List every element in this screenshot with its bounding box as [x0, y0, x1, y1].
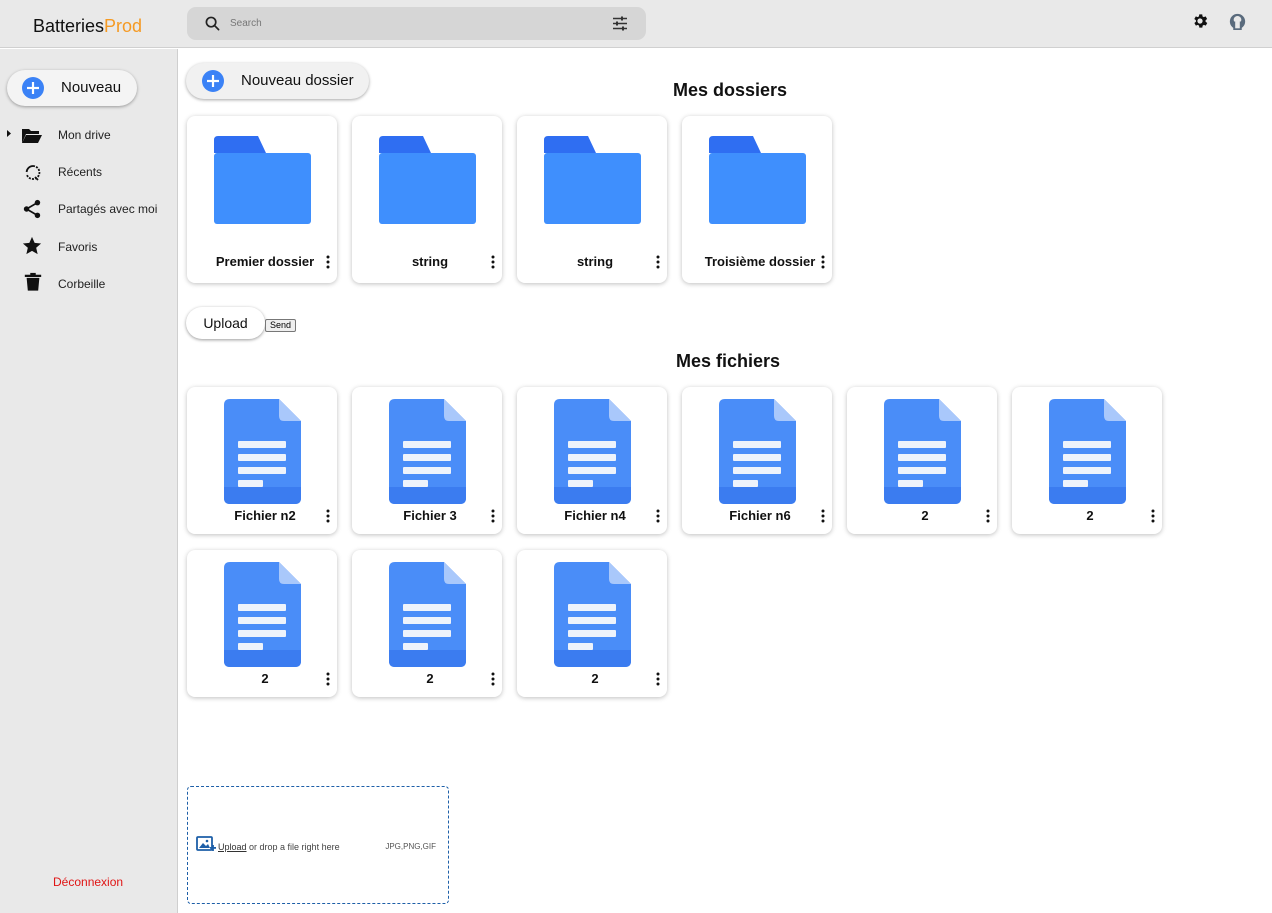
folder-name: string — [411, 254, 449, 269]
more-options-icon[interactable] — [655, 672, 661, 686]
sidebar-item-shared[interactable]: Partagés avec moi — [0, 194, 178, 224]
sidebar-item-label: Favoris — [58, 240, 98, 254]
folder-card[interactable]: string — [352, 116, 502, 283]
file-card[interactable]: 2 — [847, 387, 997, 534]
files-section-title: Mes fichiers — [676, 351, 781, 371]
top-bar: BatteriesProd — [0, 0, 1272, 48]
dropzone-text: Upload or drop a file right here — [218, 842, 340, 852]
new-folder-button[interactable]: Nouveau dossier — [186, 63, 369, 99]
main-content: Nouveau dossier Mes dossiers Premier dos… — [179, 49, 1272, 913]
document-icon — [389, 399, 466, 504]
more-options-icon[interactable] — [985, 509, 991, 523]
filter-options-icon[interactable] — [612, 16, 628, 31]
more-options-icon[interactable] — [325, 509, 331, 523]
folder-card[interactable]: Troisième dossier — [682, 116, 832, 283]
more-options-icon[interactable] — [490, 509, 496, 523]
sidebar-item-favoris[interactable]: Favoris — [0, 232, 178, 262]
more-options-icon[interactable] — [325, 672, 331, 686]
document-icon — [884, 399, 961, 504]
file-card[interactable]: 2 — [352, 550, 502, 697]
sidebar-item-label: Récents — [58, 165, 103, 179]
document-icon — [224, 399, 301, 504]
folder-icon — [214, 136, 311, 224]
file-name: 2 — [1086, 508, 1094, 523]
more-options-icon[interactable] — [820, 509, 826, 523]
more-options-icon[interactable] — [490, 672, 496, 686]
share-icon — [23, 199, 41, 219]
document-icon — [554, 399, 631, 504]
folder-name: Premier dossier — [215, 254, 315, 269]
upload-button[interactable]: Upload — [186, 307, 265, 339]
search-bar — [187, 7, 646, 40]
upload-button-label: Upload — [203, 315, 248, 331]
add-image-icon — [196, 836, 216, 851]
file-name: Fichier n4 — [564, 508, 626, 523]
file-name: 2 — [426, 671, 434, 686]
plus-circle-icon — [202, 70, 224, 92]
file-card[interactable]: 2 — [187, 550, 337, 697]
new-button[interactable]: Nouveau — [7, 70, 137, 106]
file-card[interactable]: Fichier n4 — [517, 387, 667, 534]
sidebar-item-mon-drive[interactable]: Mon drive — [0, 120, 178, 150]
file-name: Fichier 3 — [403, 508, 457, 523]
new-button-label: Nouveau — [61, 79, 122, 96]
file-name: 2 — [591, 671, 599, 686]
sidebar-item-corbeille[interactable]: Corbeille — [0, 269, 178, 299]
search-input[interactable] — [230, 14, 590, 33]
dropzone-instruction: or drop a file right here — [246, 842, 340, 852]
send-button[interactable]: Send — [265, 319, 297, 332]
gear-icon[interactable] — [1191, 12, 1209, 30]
folder-card[interactable]: string — [517, 116, 667, 283]
folder-name: Troisième dossier — [704, 254, 816, 269]
brand-part2: Prod — [104, 16, 143, 36]
dropzone-file-types: JPG,PNG,GIF — [385, 842, 436, 851]
sidebar-item-label: Corbeille — [58, 277, 106, 291]
document-icon — [389, 562, 466, 667]
dropzone-upload-link[interactable]: Upload — [218, 842, 247, 852]
file-card[interactable]: 2 — [1012, 387, 1162, 534]
more-options-icon[interactable] — [655, 255, 661, 269]
file-card[interactable]: 2 — [517, 550, 667, 697]
file-name: Fichier n2 — [234, 508, 296, 523]
file-card[interactable]: Fichier n6 — [682, 387, 832, 534]
file-name: Fichier n6 — [729, 508, 791, 523]
search-icon[interactable] — [205, 16, 220, 31]
file-name: 2 — [921, 508, 929, 523]
folder-icon — [379, 136, 476, 224]
sidebar: Nouveau Mon drive Récents Partagés avec … — [0, 49, 178, 913]
more-options-icon[interactable] — [490, 255, 496, 269]
file-card[interactable]: Fichier n2 — [187, 387, 337, 534]
document-icon — [1049, 399, 1126, 504]
user-avatar-icon[interactable] — [1229, 13, 1246, 30]
file-dropzone[interactable]: Upload or drop a file right here JPG,PNG… — [187, 786, 449, 904]
more-options-icon[interactable] — [1150, 509, 1156, 523]
history-icon — [25, 165, 41, 181]
folder-name: string — [576, 254, 614, 269]
document-icon — [224, 562, 301, 667]
document-icon — [719, 399, 796, 504]
more-options-icon[interactable] — [820, 255, 826, 269]
more-options-icon[interactable] — [325, 255, 331, 269]
more-options-icon[interactable] — [655, 509, 661, 523]
brand-logo[interactable]: BatteriesProd — [33, 16, 142, 37]
chevron-right-icon[interactable] — [6, 129, 12, 138]
trash-icon — [24, 272, 42, 291]
sidebar-item-label: Partagés avec moi — [58, 202, 158, 216]
sidebar-item-label: Mon drive — [58, 128, 111, 142]
plus-circle-icon — [22, 77, 44, 99]
logout-link[interactable]: Déconnexion — [53, 875, 123, 889]
folder-card[interactable]: Premier dossier — [187, 116, 337, 283]
star-icon — [22, 236, 42, 255]
document-icon — [554, 562, 631, 667]
folder-icon — [709, 136, 806, 224]
new-folder-label: Nouveau dossier — [241, 72, 354, 89]
file-card[interactable]: Fichier 3 — [352, 387, 502, 534]
file-name: 2 — [261, 671, 269, 686]
brand-part1: Batteries — [33, 16, 105, 36]
folder-open-icon — [22, 129, 42, 143]
sidebar-item-recents[interactable]: Récents — [0, 157, 178, 187]
folder-icon — [544, 136, 641, 224]
folders-section-title: Mes dossiers — [673, 80, 788, 100]
